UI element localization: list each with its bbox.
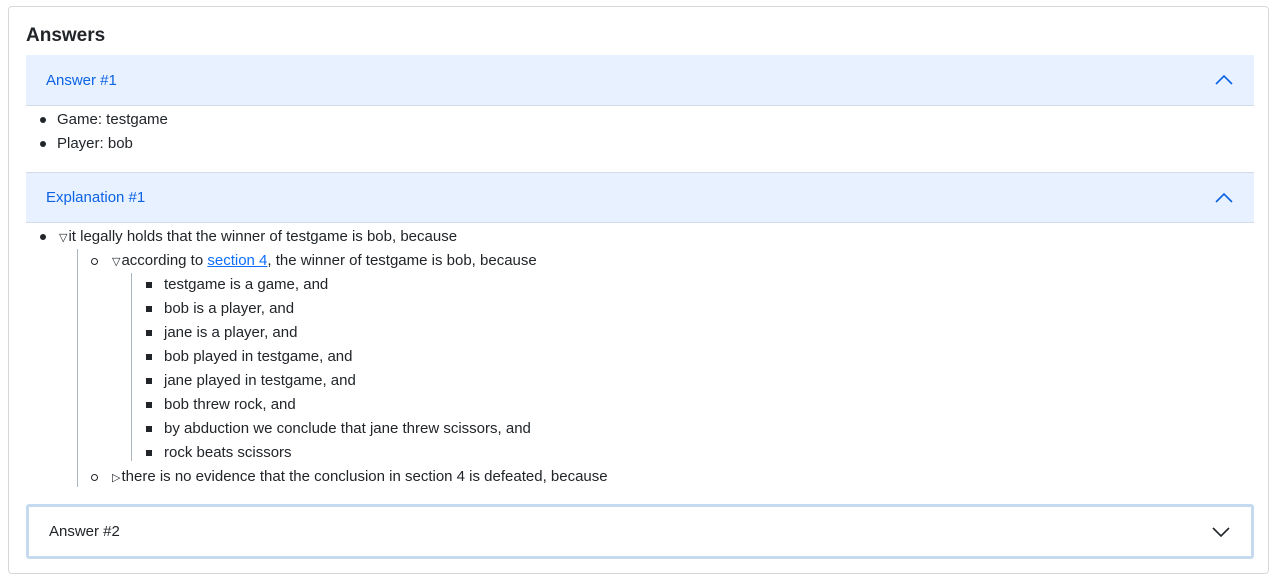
bullet-square [146,450,152,456]
bullet-disc [40,117,46,123]
card-title: Answers [26,25,106,46]
tree-guide-line [131,273,132,461]
list-item: jane is a player, and [146,321,297,345]
bullet-square [146,426,152,432]
accordion-explanation-1-header[interactable]: Explanation #1 [26,172,1254,223]
list-item: bob threw rock, and [146,393,296,417]
list-item: testgame is a game, and [146,273,328,297]
accordion-answer-2-header[interactable]: Answer #2 [26,504,1254,559]
bullet-square [146,306,152,312]
bullet-circle [91,474,98,481]
accordion-explanation-1-label: Explanation #1 [46,189,146,206]
list-item: Game: testgame [40,108,168,132]
triangle-down-icon[interactable]: ▽ [112,250,120,274]
list-item: rock beats scissors [146,441,292,465]
list-item: Player: bob [40,132,133,156]
section-4-link[interactable]: section 4 [207,252,267,269]
chevron-up-icon [1215,74,1233,85]
list-item: jane played in testgame, and [146,369,356,393]
tree-guide-line [77,249,78,487]
list-item: by abduction we conclude that jane threw… [146,417,531,441]
accordion-answer-2-label: Answer #2 [49,523,120,540]
answers-card: Answers Answer #1 Game: testgame Player:… [8,6,1269,574]
tree-node-defeat-check: ▷there is no evidence that the conclusio… [91,465,608,490]
list-item: bob is a player, and [146,297,294,321]
bullet-square [146,282,152,288]
accordion-answer-1-label: Answer #1 [46,71,117,89]
chevron-down-icon [1212,526,1230,537]
bullet-square [146,402,152,408]
bullet-disc [40,234,46,240]
chevron-up-icon [1215,192,1233,203]
triangle-down-icon[interactable]: ▽ [59,226,67,250]
bullet-square [146,330,152,336]
tree-node-root: ▽it legally holds that the winner of tes… [40,225,457,250]
bullet-circle [91,258,98,265]
bullet-square [146,378,152,384]
list-item: bob played in testgame, and [146,345,352,369]
triangle-right-icon[interactable]: ▷ [112,466,120,490]
bullet-square [146,354,152,360]
bullet-disc [40,141,46,147]
accordion-answer-1-header[interactable]: Answer #1 [26,55,1254,106]
tree-node-section-4: ▽according to section 4, the winner of t… [91,249,537,274]
